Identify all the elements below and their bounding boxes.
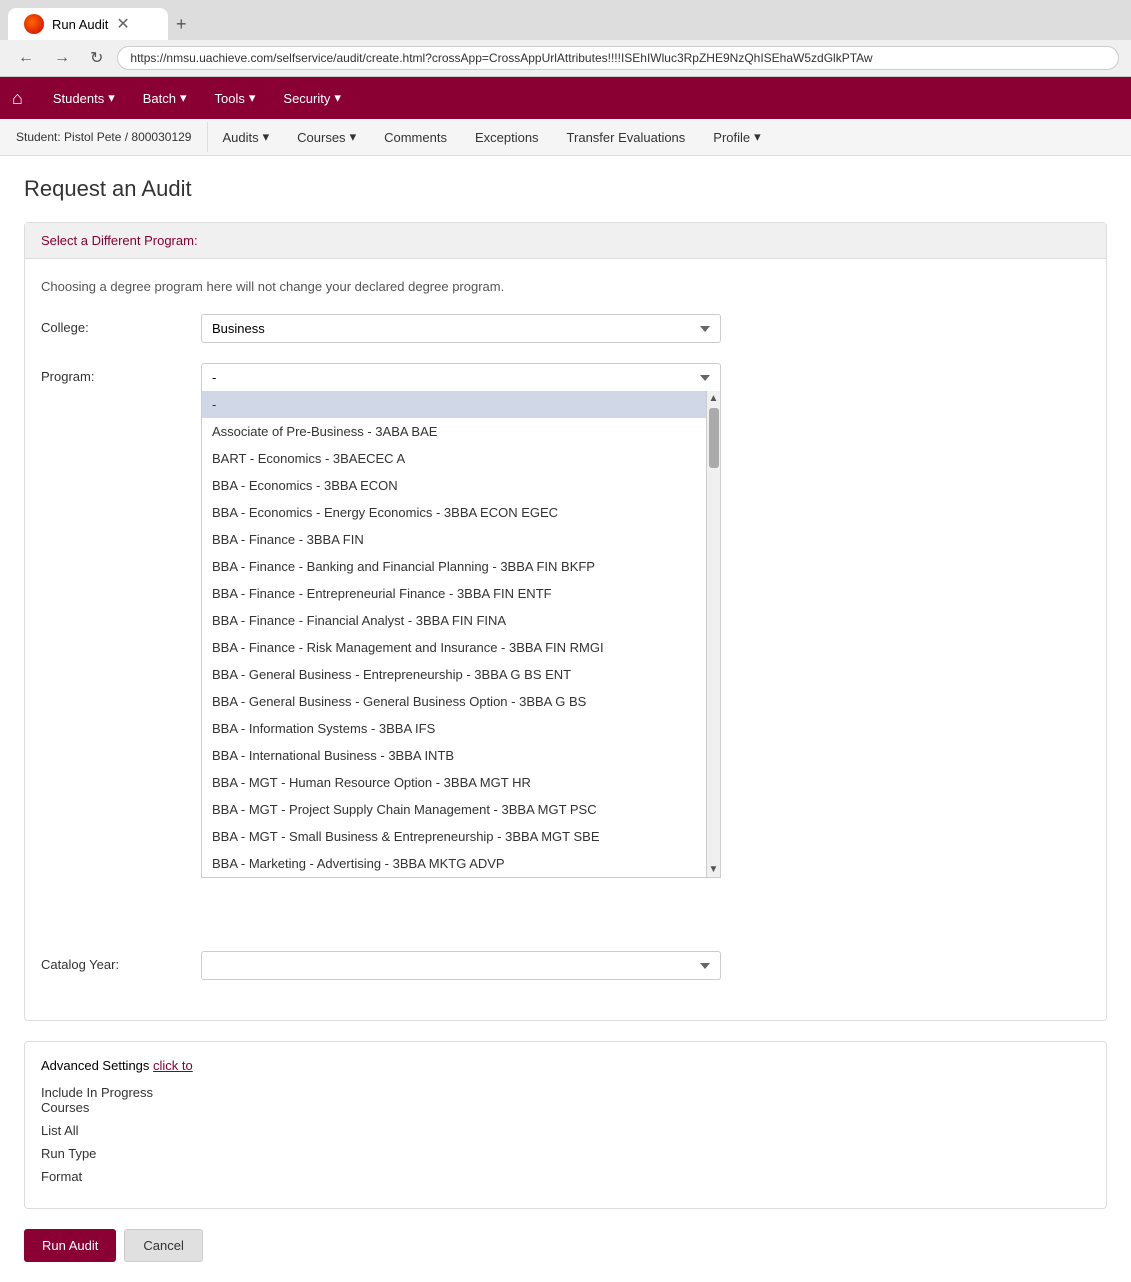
catalog-year-label: Catalog Year: (41, 951, 201, 972)
sec-nav-comments[interactable]: Comments (370, 120, 461, 155)
tab-close-button[interactable]: ✕ (116, 14, 129, 34)
nav-batch-label: Batch (143, 91, 176, 106)
scrollbar-thumb[interactable] (709, 408, 719, 468)
program-option-9[interactable]: BBA - General Business - Entrepreneurshi… (202, 661, 706, 688)
run-audit-button[interactable]: Run Audit (24, 1229, 116, 1262)
program-option-dash[interactable]: - (202, 391, 706, 418)
browser-chrome: Run Audit ✕ + ← → ↻ (0, 0, 1131, 77)
program-option-16[interactable]: BBA - Marketing - Advertising - 3BBA MKT… (202, 850, 706, 877)
program-option-5[interactable]: BBA - Finance - Banking and Financial Pl… (202, 553, 706, 580)
program-dropdown: - Associate of Pre-Business - 3ABA BAE B… (201, 391, 721, 878)
program-label: Program: (41, 363, 201, 384)
list-all-label: List All (41, 1123, 201, 1138)
program-option-10[interactable]: BBA - General Business - General Busines… (202, 688, 706, 715)
sec-nav-transfer-evaluations[interactable]: Transfer Evaluations (553, 120, 700, 155)
college-label: College: (41, 314, 201, 335)
catalog-year-control (201, 951, 721, 980)
dropdown-scrollbar[interactable]: ▲ ▼ (706, 391, 720, 877)
program-select[interactable]: - (201, 363, 721, 391)
program-option-6[interactable]: BBA - Finance - Entrepreneurial Finance … (202, 580, 706, 607)
include-in-progress-label: Include In Progress Courses (41, 1085, 201, 1115)
run-type-row: Run Type (41, 1146, 1090, 1161)
select-program-link[interactable]: Select a Different Program: (41, 233, 198, 248)
sec-nav-profile[interactable]: Profile ▾ (699, 119, 774, 155)
nav-security-chevron: ▾ (334, 90, 341, 106)
include-in-progress-row: Include In Progress Courses (41, 1085, 1090, 1115)
button-row: Run Audit Cancel (24, 1229, 1107, 1262)
program-option-1[interactable]: BART - Economics - 3BAECEC A (202, 445, 706, 472)
audits-chevron: ▾ (263, 129, 270, 145)
back-button[interactable]: ← (12, 47, 40, 69)
new-tab-button[interactable]: + (168, 14, 195, 35)
form-card: Select a Different Program: Choosing a d… (24, 222, 1107, 1021)
note-text: Choosing a degree program here will not … (41, 279, 1090, 294)
program-option-11[interactable]: BBA - Information Systems - 3BBA IFS (202, 715, 706, 742)
list-all-row: List All (41, 1123, 1090, 1138)
run-type-label: Run Type (41, 1146, 201, 1161)
address-bar: ← → ↻ (0, 40, 1131, 77)
home-icon[interactable]: ⌂ (12, 88, 23, 109)
program-option-0[interactable]: Associate of Pre-Business - 3ABA BAE (202, 418, 706, 445)
sec-nav-courses[interactable]: Courses ▾ (283, 119, 370, 155)
catalog-year-group: Catalog Year: (41, 951, 1090, 980)
program-option-4[interactable]: BBA - Finance - 3BBA FIN (202, 526, 706, 553)
nav-batch-chevron: ▾ (180, 90, 187, 106)
program-option-12[interactable]: BBA - International Business - 3BBA INTB (202, 742, 706, 769)
form-card-header: Select a Different Program: (25, 223, 1106, 259)
format-row: Format (41, 1169, 1090, 1184)
scrollbar-down-button[interactable]: ▼ (707, 862, 720, 877)
courses-chevron: ▾ (350, 129, 357, 145)
active-tab[interactable]: Run Audit ✕ (8, 8, 168, 40)
profile-chevron: ▾ (754, 129, 761, 145)
college-select[interactable]: Business (201, 314, 721, 343)
program-group: Program: - - Associate of Pre-Business -… (41, 363, 1090, 391)
catalog-year-select[interactable] (201, 951, 721, 980)
program-option-3[interactable]: BBA - Economics - Energy Economics - 3BB… (202, 499, 706, 526)
advanced-settings-toggle[interactable]: click to (153, 1058, 193, 1073)
app-header: ⌂ Students ▾ Batch ▾ Tools ▾ Security ▾ (0, 77, 1131, 119)
address-input[interactable] (117, 46, 1119, 70)
advanced-settings-title: Advanced Settings click to (41, 1058, 1090, 1073)
reload-button[interactable]: ↻ (84, 46, 109, 70)
cancel-button[interactable]: Cancel (124, 1229, 202, 1262)
nav-tools-label: Tools (215, 91, 245, 106)
program-option-8[interactable]: BBA - Finance - Risk Management and Insu… (202, 634, 706, 661)
tab-favicon (24, 14, 44, 34)
nav-students[interactable]: Students ▾ (39, 80, 129, 116)
program-option-13[interactable]: BBA - MGT - Human Resource Option - 3BBA… (202, 769, 706, 796)
nav-students-label: Students (53, 91, 104, 106)
nav-students-chevron: ▾ (108, 90, 115, 106)
format-label: Format (41, 1169, 201, 1184)
forward-button[interactable]: → (48, 47, 76, 69)
tab-bar: Run Audit ✕ + (0, 0, 1131, 40)
program-option-15[interactable]: BBA - MGT - Small Business & Entrepreneu… (202, 823, 706, 850)
tab-title: Run Audit (52, 17, 108, 32)
form-card-body: Choosing a degree program here will not … (25, 259, 1106, 1020)
page-content: Request an Audit Select a Different Prog… (0, 156, 1131, 1282)
sec-nav-audits[interactable]: Audits ▾ (208, 119, 283, 155)
page-title: Request an Audit (24, 176, 1107, 202)
college-control: Business (201, 314, 721, 343)
sec-nav-exceptions[interactable]: Exceptions (461, 120, 553, 155)
advanced-settings-section: Advanced Settings click to Include In Pr… (24, 1041, 1107, 1209)
nav-batch[interactable]: Batch ▾ (129, 80, 201, 116)
program-option-2[interactable]: BBA - Economics - 3BBA ECON (202, 472, 706, 499)
program-option-14[interactable]: BBA - MGT - Project Supply Chain Managem… (202, 796, 706, 823)
program-options-list[interactable]: - Associate of Pre-Business - 3ABA BAE B… (202, 391, 706, 877)
nav-tools-chevron: ▾ (249, 90, 256, 106)
student-info: Student: Pistol Pete / 800030129 (0, 122, 208, 152)
nav-security-label: Security (283, 91, 330, 106)
college-group: College: Business (41, 314, 1090, 343)
scrollbar-up-button[interactable]: ▲ (707, 391, 720, 406)
nav-security[interactable]: Security ▾ (269, 80, 355, 116)
nav-tools[interactable]: Tools ▾ (201, 80, 270, 116)
program-control: - - Associate of Pre-Business - 3ABA BAE… (201, 363, 721, 391)
program-option-7[interactable]: BBA - Finance - Financial Analyst - 3BBA… (202, 607, 706, 634)
secondary-nav: Student: Pistol Pete / 800030129 Audits … (0, 119, 1131, 156)
scrollbar-track (707, 406, 720, 862)
